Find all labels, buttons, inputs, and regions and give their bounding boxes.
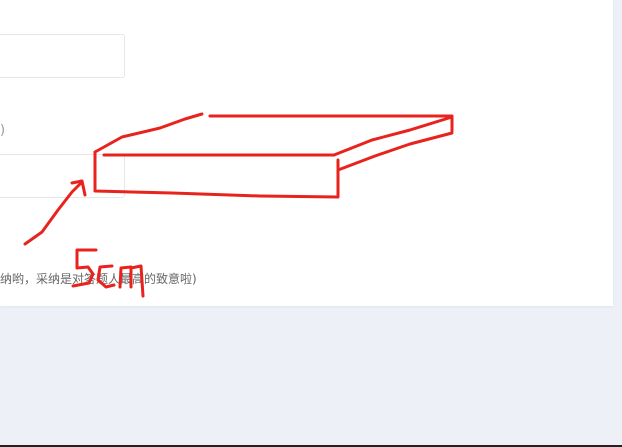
form-card: ) 纳哟，采纳是对答题人最高的致意啦): [0, 0, 613, 306]
adopt-answer-hint: 纳哟，采纳是对答题人最高的致意啦): [0, 272, 197, 286]
field-label-closing-paren: ): [0, 123, 6, 138]
text-input-middle[interactable]: [0, 154, 125, 198]
screenshot-page: ) 纳哟，采纳是对答题人最高的致意啦): [0, 0, 622, 447]
text-input-top[interactable]: [0, 34, 125, 78]
